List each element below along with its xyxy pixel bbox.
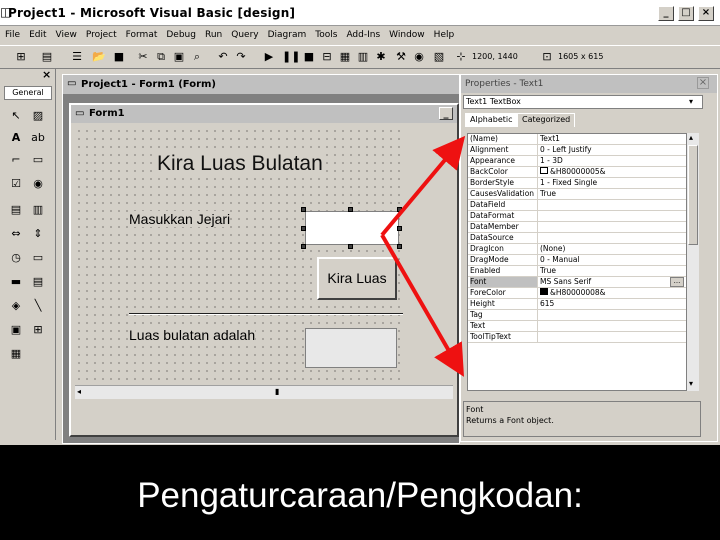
vb-ide-screenshot: ◫ Project1 - Microsoft Visual Basic [des… [0, 0, 720, 445]
arrow-to-name-property [380, 135, 466, 237]
arrow-to-text-property [380, 233, 465, 377]
annotation-arrows [380, 135, 466, 377]
slide-caption: Pengaturcaraan/Pengkodan: [137, 476, 583, 515]
